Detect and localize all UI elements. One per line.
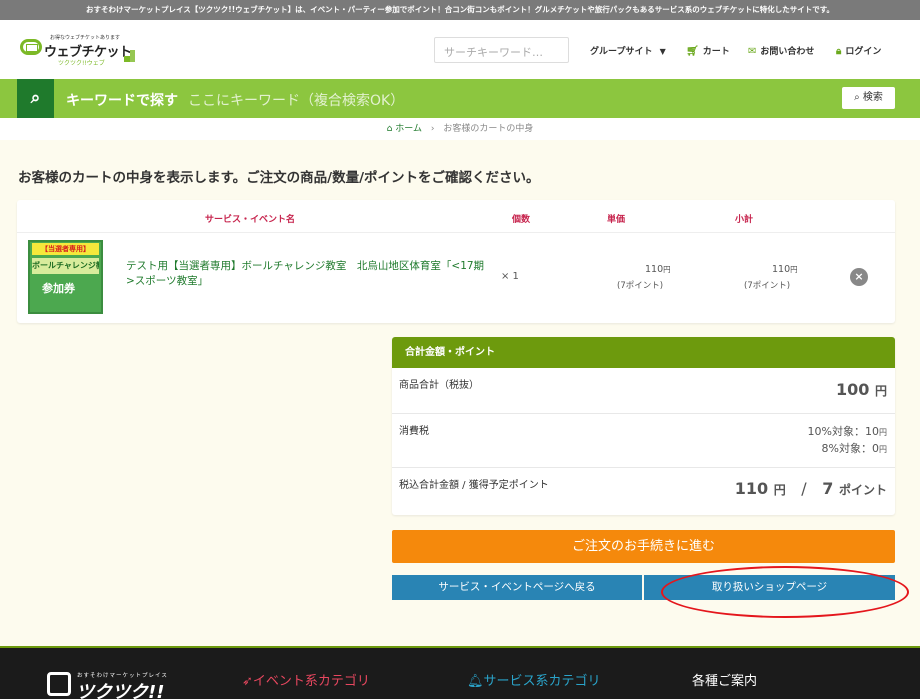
tax-8-percent: 8%対象：0円 <box>822 440 887 456</box>
unit-points: (7ポイント) <box>617 281 664 291</box>
envelope-icon: ✉ <box>748 46 757 57</box>
subtotal-value: 110 <box>772 264 791 275</box>
footer-logo[interactable]: ツクツク!! <box>76 678 164 699</box>
page-title: お客様のカートの中身を表示します。ご注文の商品/数量/ポイントをご確認ください。 <box>18 170 540 186</box>
nav-contact[interactable]: ✉ お問い合わせ <box>748 44 814 57</box>
header-search-input[interactable]: サーチキーワード… <box>434 37 569 63</box>
summary-title: 合計金額・ポイント <box>392 337 895 368</box>
search-icon: ⌕ <box>17 79 54 118</box>
column-header-name: サービス・イベント名 <box>205 215 296 225</box>
footer-event-category[interactable]: ➶イベント系カテゴリ <box>242 670 370 689</box>
nav-cart[interactable]: 🛒︎ カート <box>686 44 730 57</box>
footer-info-heading[interactable]: 各種ご案内 <box>692 670 757 689</box>
column-header-unit-price: 単価 <box>607 215 626 225</box>
breadcrumb-home[interactable]: ⌂ ホーム <box>387 124 422 134</box>
search-icon: ⌕ <box>854 92 860 103</box>
subtotal-price: 110円 <box>772 264 798 275</box>
column-header-subtotal: 小計 <box>735 215 754 225</box>
site-footer: おすそわけマーケットプレイス ツクツク!! <box>0 646 920 699</box>
item-quantity: × 1 <box>501 271 519 282</box>
remove-item-icon[interactable]: × <box>850 268 868 286</box>
home-icon: ⌂ <box>386 124 393 134</box>
cart-table: サービス・イベント名 個数 単価 小計 【当選者専用】 ボールチャレンジ教室 参… <box>17 200 895 323</box>
cart-icon: 🛒︎ <box>686 46 699 57</box>
divider <box>17 232 895 233</box>
bag-icon <box>47 672 71 696</box>
keyword-search-input[interactable]: ここにキーワード（複合検索OK） <box>188 90 404 110</box>
nav-contact-label: お問い合わせ <box>760 47 815 57</box>
search-button-label: 検索 <box>862 92 883 103</box>
summary-row-tax: 消費税 10%対象：10円 8%対象：0円 <box>392 414 895 468</box>
product-name-link[interactable]: テスト用【当選者専用】ボールチャレンジ教室 北烏山地区体育室「<17期>スポーツ… <box>126 259 486 289</box>
footer-service-category[interactable]: 🔔︎サービス系カテゴリ <box>467 670 601 689</box>
shop-page-button[interactable]: 取り扱いショップページ <box>644 575 895 600</box>
thumbnail-caption: 参加券 <box>42 282 75 295</box>
search-button[interactable]: ⌕ 検索 <box>842 87 895 109</box>
subtotal-label: 商品合計（税抜） <box>399 380 479 391</box>
subtotal-points: (7ポイント) <box>744 281 791 291</box>
top-announcement-bar: おすそわけマーケットプレイス【ツクツク!!ウェブチケット】は、イベント・パーティ… <box>0 0 920 20</box>
tax-label: 消費税 <box>399 426 429 437</box>
order-summary-panel: 合計金額・ポイント 商品合計（税抜） 100 円 消費税 10%対象：10円 8… <box>392 337 895 515</box>
yen-unit: 円 <box>790 265 798 274</box>
yen-unit: 円 <box>879 428 887 437</box>
ticket-icon <box>20 39 42 55</box>
yen-unit: 円 <box>663 265 671 274</box>
divider <box>0 646 920 648</box>
breadcrumb-home-label: ホーム <box>395 124 422 134</box>
total-amount: 110 円 / 7 ポイント <box>735 479 887 498</box>
points-unit: ポイント <box>838 483 887 497</box>
back-to-event-page-button[interactable]: サービス・イベントページへ戻る <box>392 575 642 600</box>
nav-login-label: ログイン <box>845 47 882 57</box>
breadcrumb: ⌂ ホーム › お客様のカートの中身 <box>0 118 920 140</box>
summary-row-total: 税込合計金額 / 獲得予定ポイント 110 円 / 7 ポイント <box>392 468 895 515</box>
keyword-search-label: キーワードで探す <box>66 93 178 109</box>
rocket-icon: ➶ <box>242 674 253 689</box>
site-header: お得なウェブチケットあります ウェブチケット ツクツク!!ウェブ サーチキーワー… <box>0 20 920 79</box>
column-header-qty: 個数 <box>512 215 531 225</box>
subtotal-amount-value: 100 <box>836 380 870 399</box>
thumbnail-badge: 【当選者専用】 <box>32 243 99 255</box>
unit-price: 110円 <box>645 264 671 275</box>
nav-cart-label: カート <box>702 47 730 57</box>
logo-square-icon <box>130 50 135 62</box>
tax-8-value: 8%対象：0 <box>821 442 879 455</box>
nav-group-sites[interactable]: グループサイト ▼ <box>590 44 666 57</box>
logo-subtext: ツクツク!!ウェブ <box>58 60 105 67</box>
footer-event-heading: イベント系カテゴリ <box>252 674 370 689</box>
site-logo[interactable]: お得なウェブチケットあります ウェブチケット ツクツク!!ウェブ <box>20 34 135 68</box>
nav-login[interactable]: 🔒︎ ログイン <box>836 44 881 57</box>
yen-unit: 円 <box>879 445 887 454</box>
lock-icon: 🔒︎ <box>836 46 842 57</box>
subtotal-amount: 100 円 <box>836 380 887 399</box>
slash-separator: / <box>801 479 807 498</box>
logo-tagline: お得なウェブチケットあります <box>50 35 121 41</box>
tax-10-percent: 10%対象：10円 <box>808 423 887 439</box>
total-label: 税込合計金額 / 獲得予定ポイント <box>399 480 549 491</box>
tax-10-value: 10%対象：10 <box>807 425 879 438</box>
bell-icon: 🔔︎ <box>467 674 484 689</box>
unit-price-value: 110 <box>645 264 664 275</box>
caret-down-icon: ▼ <box>659 47 666 56</box>
proceed-to-checkout-button[interactable]: ご注文のお手続きに進む <box>392 530 895 563</box>
breadcrumb-separator: › <box>430 124 435 134</box>
total-amount-value: 110 <box>734 479 769 498</box>
footer-service-heading: サービス系カテゴリ <box>483 674 601 689</box>
points-value: 7 <box>822 479 834 498</box>
nav-group-label: グループサイト <box>590 47 653 57</box>
yen-unit: 円 <box>773 483 786 497</box>
breadcrumb-current: お客様のカートの中身 <box>443 124 534 134</box>
product-thumbnail[interactable]: 【当選者専用】 ボールチャレンジ教室 参加券 <box>28 240 103 314</box>
yen-unit: 円 <box>874 384 887 398</box>
keyword-search-bar: ⌕ キーワードで探す ここにキーワード（複合検索OK） ⌕ 検索 <box>0 79 920 118</box>
summary-row-subtotal: 商品合計（税抜） 100 円 <box>392 368 895 414</box>
thumbnail-title: ボールチャレンジ教室 <box>32 258 99 274</box>
